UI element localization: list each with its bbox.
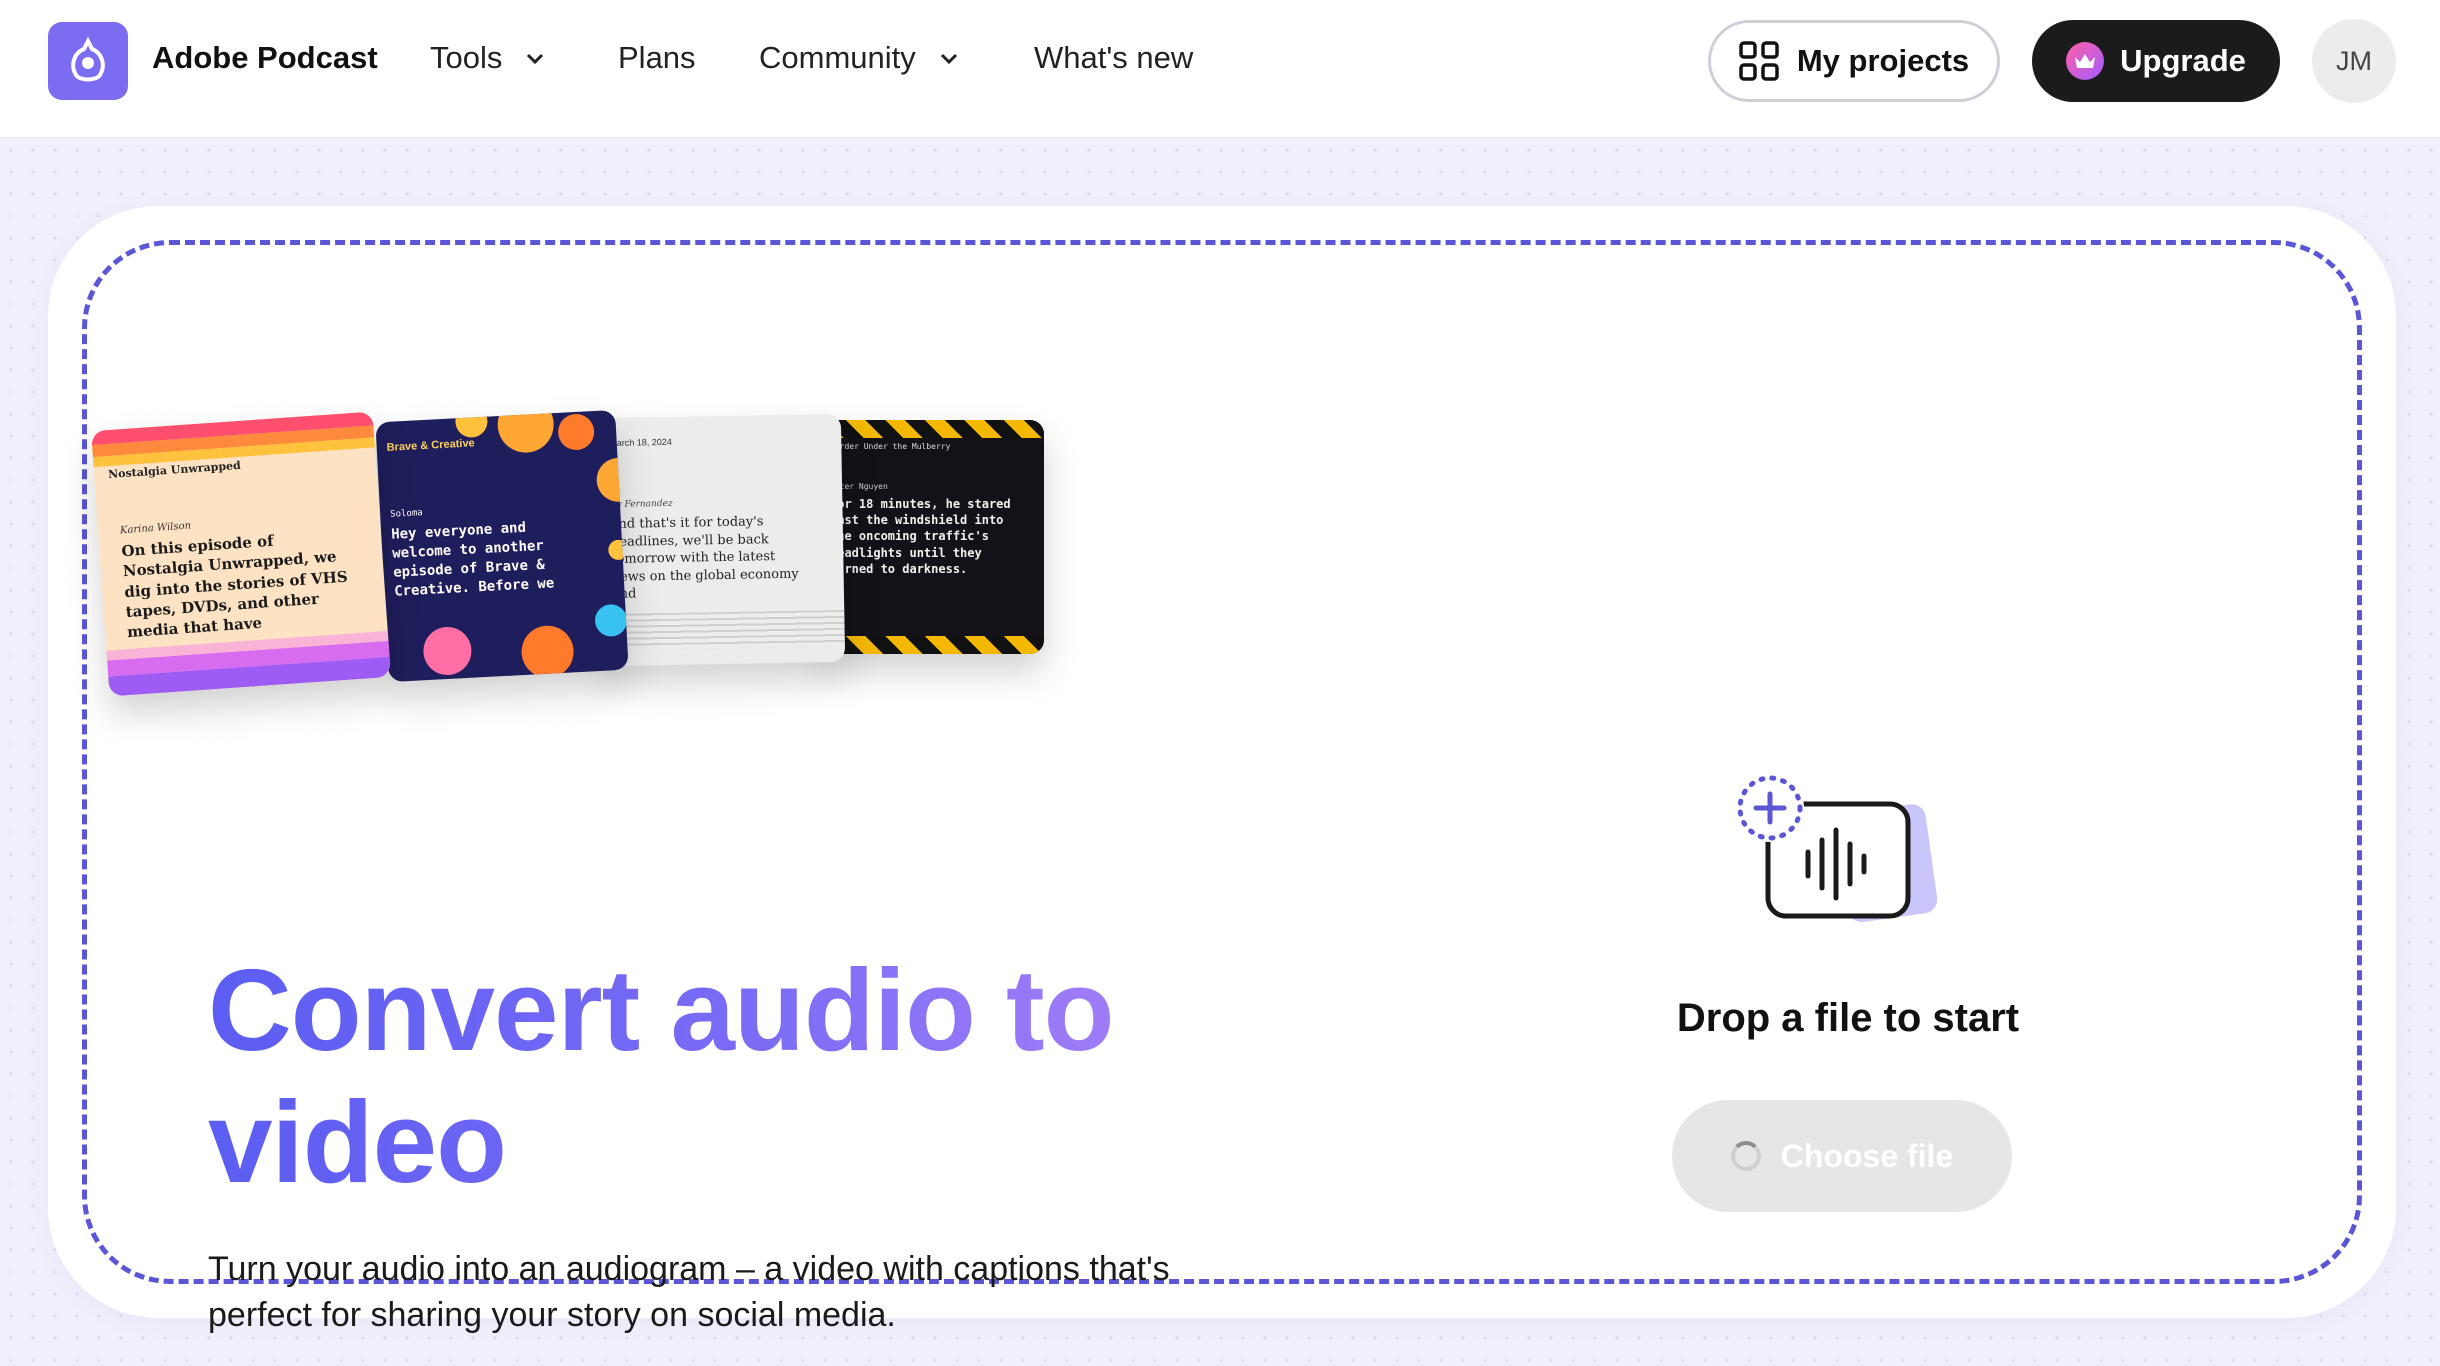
loading-spinner-icon — [1730, 1141, 1761, 1171]
nav-community[interactable]: Community — [759, 40, 960, 76]
my-projects-label: My projects — [1796, 43, 1970, 78]
crown-icon — [2066, 42, 2105, 80]
thumbnail-show-title: Murder Under the Mulberry — [830, 442, 951, 451]
my-projects-button[interactable]: My projects — [1708, 20, 2000, 102]
example-thumbnail-news: March 18, 2024 Ky Fernandez and that's i… — [600, 413, 846, 667]
nav-community-label: Community — [759, 40, 916, 75]
choose-file-button[interactable]: Choose file — [1672, 1100, 2012, 1212]
choose-file-label: Choose file — [1780, 1137, 1954, 1174]
thumbnail-caption: and that's it for today's headlines, we'… — [610, 514, 799, 602]
nav-plans[interactable]: Plans — [618, 40, 696, 76]
upgrade-button[interactable]: Upgrade — [2032, 20, 2280, 102]
thumbnail-speaker: Karina Wilson — [119, 520, 192, 537]
thumbnail-speaker: Soloma — [389, 508, 423, 520]
audio-file-add-icon — [1738, 774, 1938, 923]
thumbnail-show-title: March 18, 2024 — [609, 436, 672, 448]
thumbnail-caption: For 18 minutes, he stared past the winds… — [830, 497, 1011, 576]
nav-tools-label: Tools — [430, 40, 503, 75]
grid-icon — [1739, 41, 1779, 81]
brand-name[interactable]: Adobe Podcast — [152, 40, 378, 76]
adobe-podcast-logo-icon[interactable] — [48, 22, 128, 100]
nav-whats-new[interactable]: What's new — [1034, 40, 1193, 76]
example-thumbnail-mulberry: Murder Under the Mulberry Peter Nguyen F… — [824, 420, 1044, 654]
dropzone-title: Drop a file to start — [1676, 996, 2020, 1040]
upgrade-label: Upgrade — [2120, 43, 2246, 78]
nav-tools[interactable]: Tools — [430, 40, 546, 76]
top-navigation-bar: Adobe Podcast Tools Plans Community What… — [0, 0, 2440, 138]
nav-plans-label: Plans — [618, 40, 696, 75]
thumbnail-caption: Hey everyone and welcome to another epis… — [390, 519, 555, 600]
thumbnail-caption: On this episode of Nostalgia Unwrapped, … — [120, 531, 349, 642]
user-avatar[interactable]: JM — [2312, 19, 2396, 103]
example-thumbnail-brave: Brave & Creative Soloma Hey everyone and… — [375, 409, 629, 683]
chevron-down-icon — [940, 53, 957, 65]
audiogram-card: Nostalgia Unwrapped Karina Wilson On thi… — [48, 206, 2396, 1334]
chevron-down-icon — [527, 53, 544, 65]
example-thumbnail-nostalgia: Nostalgia Unwrapped Karina Wilson On thi… — [91, 411, 391, 697]
page-title: Convert audio to video — [208, 944, 1208, 1208]
page-description: Turn your audio into an audiogram – a vi… — [208, 1250, 1170, 1334]
nav-whats-new-label: What's new — [1034, 40, 1194, 75]
